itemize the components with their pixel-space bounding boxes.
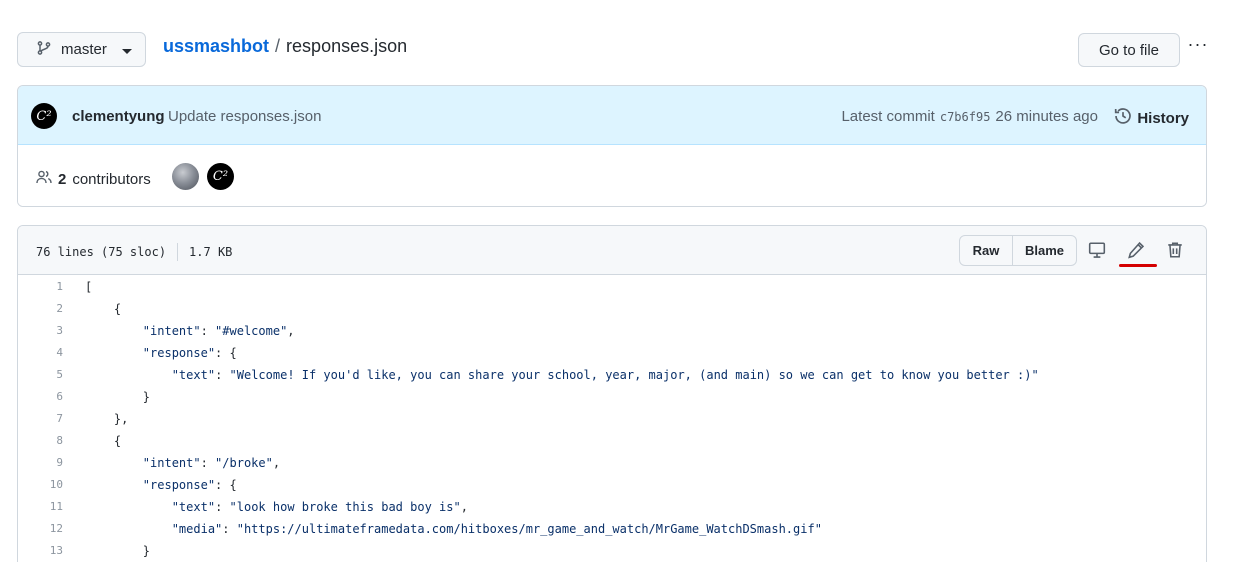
line-code: "intent": "#welcome", xyxy=(142,324,295,338)
code-line: 5 "text": "Welcome! If you'd like, you c… xyxy=(18,364,1206,386)
line-number[interactable]: 4 xyxy=(18,342,63,364)
file-size: 1.7 KB xyxy=(189,245,233,259)
line-number[interactable]: 12 xyxy=(18,518,63,540)
commit-time: 26 minutes ago xyxy=(995,108,1098,125)
blame-button[interactable]: Blame xyxy=(1013,236,1076,265)
contributors-count: 2 xyxy=(58,170,67,188)
line-code: "text": "look how broke this bad boy is"… xyxy=(171,500,468,514)
commit-meta: Latest commit c7b6f95 26 minutes ago xyxy=(841,108,1098,125)
commit-message-link[interactable]: Update responses.json xyxy=(168,108,321,125)
code-line: 4 "response": { xyxy=(18,342,1206,364)
commit-box: C² clementyung Update responses.json Lat… xyxy=(17,85,1207,207)
code-line: 11 "text": "look how broke this bad boy … xyxy=(18,496,1206,518)
history-icon xyxy=(1114,107,1132,129)
code-line: 3 "intent": "#welcome", xyxy=(18,320,1206,342)
line-number[interactable]: 11 xyxy=(18,496,63,518)
chevron-down-icon xyxy=(121,48,132,54)
breadcrumb: ussmashbot / responses.json xyxy=(163,36,407,57)
code-line: 13 } xyxy=(18,540,1206,562)
code-line: 8 { xyxy=(18,430,1206,452)
breadcrumb-repo-link[interactable]: ussmashbot xyxy=(163,36,269,57)
code-line: 10 "response": { xyxy=(18,474,1206,496)
line-number[interactable]: 8 xyxy=(18,430,63,452)
branch-select-button[interactable]: master xyxy=(17,32,146,67)
line-number[interactable]: 2 xyxy=(18,298,63,320)
history-label: History xyxy=(1137,109,1189,127)
line-code: } xyxy=(85,390,151,404)
raw-button[interactable]: Raw xyxy=(960,236,1013,265)
line-number[interactable]: 7 xyxy=(18,408,63,430)
line-code: { xyxy=(85,302,122,316)
contributors-row: 2 contributors C² xyxy=(18,145,1206,206)
trash-icon[interactable] xyxy=(1165,240,1185,260)
line-number[interactable]: 6 xyxy=(18,386,63,408)
line-code: } xyxy=(85,544,151,558)
code-line: 2 { xyxy=(18,298,1206,320)
line-number[interactable]: 5 xyxy=(18,364,63,386)
code-line: 12 "media": "https://ultimateframedata.c… xyxy=(18,518,1206,540)
breadcrumb-separator: / xyxy=(275,36,281,56)
edit-highlight-underline xyxy=(1119,264,1157,267)
file-lines-info: 76 lines (75 sloc) xyxy=(36,245,167,259)
file-info: 76 lines (75 sloc) 1.7 KB xyxy=(36,243,232,261)
code-line: 1[ xyxy=(18,276,1206,298)
line-number[interactable]: 13 xyxy=(18,540,63,562)
line-number[interactable]: 9 xyxy=(18,452,63,474)
commit-sha-link[interactable]: c7b6f95 xyxy=(940,110,991,124)
line-number[interactable]: 10 xyxy=(18,474,63,496)
file-viewer: 76 lines (75 sloc) 1.7 KB Raw Blame 1[2 … xyxy=(17,225,1207,562)
line-code: }, xyxy=(85,412,129,426)
contributor-avatar-2[interactable]: C² xyxy=(207,163,234,190)
more-options-icon[interactable]: ··· xyxy=(1186,34,1210,54)
branch-label: master xyxy=(61,41,107,58)
git-branch-icon xyxy=(36,40,52,60)
line-code: { xyxy=(85,434,122,448)
contributors-link[interactable]: 2 contributors xyxy=(36,169,151,189)
line-number[interactable]: 3 xyxy=(18,320,63,342)
latest-commit-row: C² clementyung Update responses.json Lat… xyxy=(18,86,1206,145)
line-code: "response": { xyxy=(142,346,237,360)
latest-commit-label: Latest commit xyxy=(841,108,935,125)
history-link[interactable]: History xyxy=(1114,107,1189,129)
pencil-edit-icon[interactable] xyxy=(1126,240,1146,260)
line-code: [ xyxy=(85,280,93,294)
commit-author-link[interactable]: clementyung xyxy=(72,108,165,125)
line-number[interactable]: 1 xyxy=(18,276,63,298)
code-line: 6 } xyxy=(18,386,1206,408)
contributor-avatar-1[interactable] xyxy=(172,163,199,190)
desktop-icon[interactable] xyxy=(1087,240,1107,260)
code-view: 1[2 {3 "intent": "#welcome", 4 "response"… xyxy=(18,276,1206,562)
line-code: "response": { xyxy=(142,478,237,492)
line-code: "text": "Welcome! If you'd like, you can… xyxy=(171,368,1039,382)
avatar[interactable]: C² xyxy=(31,103,57,129)
line-code: "media": "https://ultimateframedata.com/… xyxy=(171,522,822,536)
code-line: 9 "intent": "/broke", xyxy=(18,452,1206,474)
file-header: 76 lines (75 sloc) 1.7 KB Raw Blame xyxy=(18,226,1206,275)
breadcrumb-file-name: responses.json xyxy=(286,36,408,56)
line-code: "intent": "/broke", xyxy=(142,456,281,470)
go-to-file-button[interactable]: Go to file xyxy=(1078,33,1180,67)
code-line: 7 }, xyxy=(18,408,1206,430)
people-icon xyxy=(36,169,52,189)
file-view-button-group: Raw Blame xyxy=(959,235,1077,266)
divider xyxy=(177,243,179,261)
contributors-label: contributors xyxy=(72,170,151,188)
